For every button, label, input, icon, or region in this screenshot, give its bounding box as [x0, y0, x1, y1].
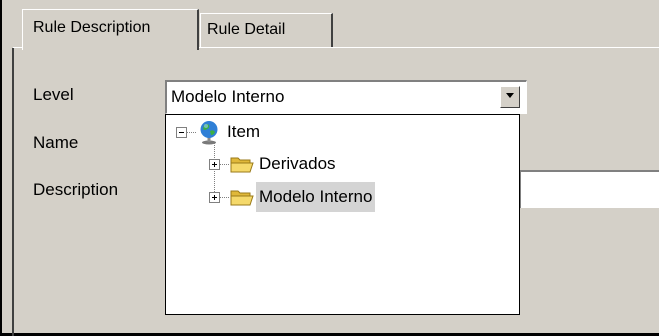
- folder-icon: [230, 157, 254, 173]
- tab-page-border: [12, 48, 14, 336]
- description-label: Description: [33, 180, 119, 199]
- tree-node-modelo-interno[interactable]: Modelo Interno: [172, 182, 512, 212]
- tree-node-label: Modelo Interno: [256, 182, 376, 212]
- tab-label: Rule Detail: [207, 21, 286, 38]
- level-label: Level: [33, 85, 74, 104]
- name-label: Name: [33, 133, 79, 152]
- expand-icon[interactable]: [209, 159, 220, 170]
- description-field[interactable]: [520, 170, 659, 208]
- tree-node-derivados[interactable]: Derivados: [172, 149, 512, 179]
- folder-icon: [230, 190, 254, 206]
- tree-connector: [220, 197, 230, 198]
- level-select[interactable]: Modelo Interno: [165, 80, 527, 114]
- rule-editor-panel: Rule Description Rule Detail Level Name …: [0, 0, 659, 336]
- dropdown-button[interactable]: [500, 86, 520, 108]
- tree-node-label: Derivados: [259, 154, 336, 173]
- level-tree-dropdown: Item Derivados Modelo Interno: [165, 114, 520, 315]
- chevron-down-icon: [506, 93, 514, 98]
- tab-rule-detail[interactable]: Rule Detail: [200, 13, 333, 47]
- expand-icon[interactable]: [209, 192, 220, 203]
- globe-icon: [200, 121, 218, 145]
- tab-rule-description[interactable]: Rule Description: [22, 9, 199, 50]
- collapse-icon[interactable]: [176, 127, 187, 138]
- panel-border: [0, 0, 2, 336]
- level-select-value: Modelo Interno: [171, 87, 285, 106]
- tree-node-item[interactable]: Item: [172, 117, 512, 147]
- tab-label: Rule Description: [33, 19, 151, 36]
- tree-connector: [187, 132, 197, 133]
- tree-node-label: Item: [227, 122, 261, 141]
- tree-connector: [220, 164, 230, 165]
